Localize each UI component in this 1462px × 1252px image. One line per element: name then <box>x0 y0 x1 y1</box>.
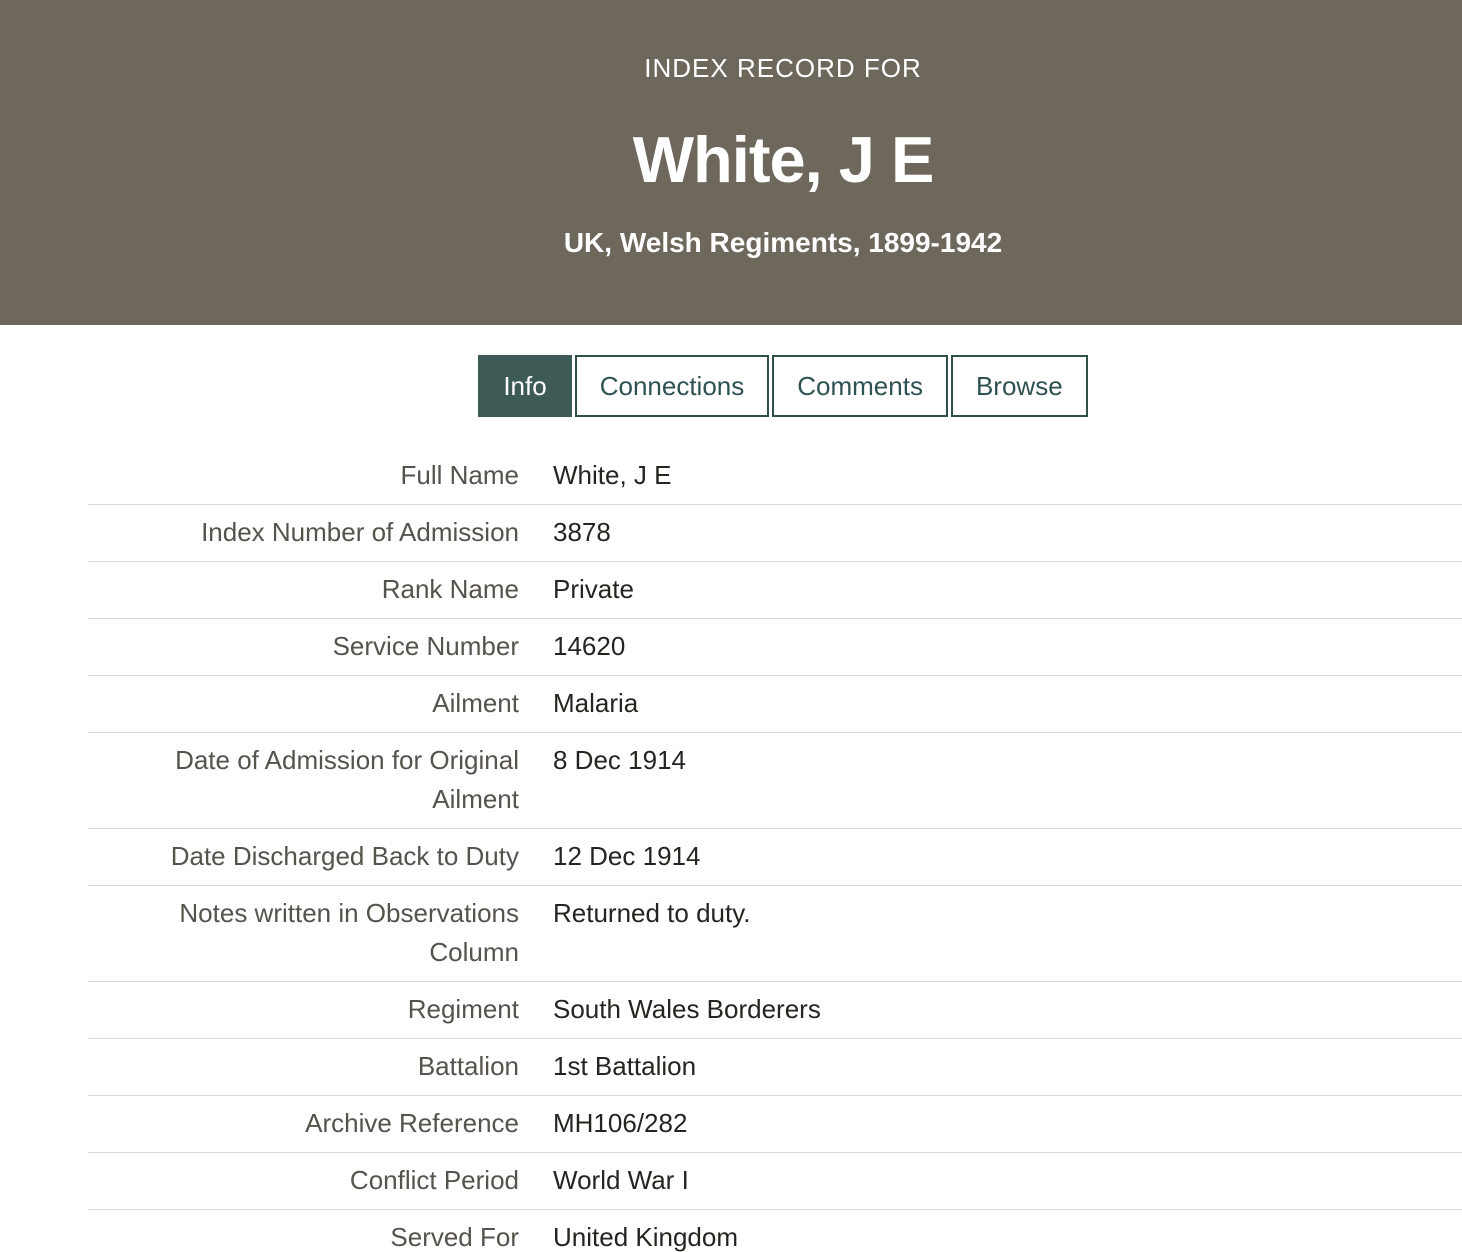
field-value: South Wales Borderers <box>553 990 1462 1029</box>
field-label: Battalion <box>88 1047 519 1086</box>
field-row: Served For United Kingdom <box>88 1210 1462 1252</box>
field-label: Index Number of Admission <box>88 513 519 552</box>
tab-info[interactable]: Info <box>478 355 571 417</box>
field-value: 3878 <box>553 513 1462 552</box>
field-value: Malaria <box>553 684 1462 723</box>
field-row: Full Name White, J E <box>88 448 1462 505</box>
field-label: Served For <box>88 1218 519 1252</box>
field-label: Full Name <box>88 456 519 495</box>
field-value: 1st Battalion <box>553 1047 1462 1086</box>
field-label: Ailment <box>88 684 519 723</box>
record-collection-title: UK, Welsh Regiments, 1899-1942 <box>52 228 1462 258</box>
field-value: 12 Dec 1914 <box>553 837 1462 876</box>
field-row: Conflict Period World War I <box>88 1153 1462 1210</box>
field-value: United Kingdom <box>553 1218 1462 1252</box>
field-label: Notes written in Observations Column <box>88 894 519 972</box>
record-title: White, J E <box>52 124 1462 196</box>
field-row: Regiment South Wales Borderers <box>88 982 1462 1039</box>
field-row: Date of Admission for Original Ailment 8… <box>88 733 1462 829</box>
record-body: Full Name White, J E Index Number of Adm… <box>0 448 1462 1252</box>
record-fields-table: Full Name White, J E Index Number of Adm… <box>88 448 1462 1252</box>
field-value: White, J E <box>553 456 1462 495</box>
field-value: Private <box>553 570 1462 609</box>
field-row: Index Number of Admission 3878 <box>88 505 1462 562</box>
field-value: Returned to duty. <box>553 894 1462 933</box>
field-value: 14620 <box>553 627 1462 666</box>
record-tabs: Info Connections Comments Browse <box>52 355 1462 417</box>
field-row: Archive Reference MH106/282 <box>88 1096 1462 1153</box>
tab-browse[interactable]: Browse <box>951 355 1088 417</box>
field-row: Notes written in Observations Column Ret… <box>88 886 1462 982</box>
field-row: Ailment Malaria <box>88 676 1462 733</box>
tab-connections[interactable]: Connections <box>575 355 770 417</box>
field-row: Service Number 14620 <box>88 619 1462 676</box>
field-value: MH106/282 <box>553 1104 1462 1143</box>
field-row: Battalion 1st Battalion <box>88 1039 1462 1096</box>
field-value: World War I <box>553 1161 1462 1200</box>
field-label: Service Number <box>88 627 519 666</box>
field-label: Regiment <box>88 990 519 1029</box>
tab-label: Info <box>503 371 546 402</box>
field-label: Archive Reference <box>88 1104 519 1143</box>
field-label: Date of Admission for Original Ailment <box>88 741 519 819</box>
field-label: Date Discharged Back to Duty <box>88 837 519 876</box>
record-type-label: INDEX RECORD FOR <box>52 0 1462 82</box>
field-row: Date Discharged Back to Duty 12 Dec 1914 <box>88 829 1462 886</box>
tab-comments[interactable]: Comments <box>772 355 948 417</box>
tab-label: Comments <box>797 371 923 402</box>
record-header: INDEX RECORD FOR White, J E UK, Welsh Re… <box>0 0 1462 325</box>
field-label: Conflict Period <box>88 1161 519 1200</box>
tab-label: Browse <box>976 371 1063 402</box>
field-row: Rank Name Private <box>88 562 1462 619</box>
field-value: 8 Dec 1914 <box>553 741 1462 780</box>
field-label: Rank Name <box>88 570 519 609</box>
tab-label: Connections <box>600 371 745 402</box>
